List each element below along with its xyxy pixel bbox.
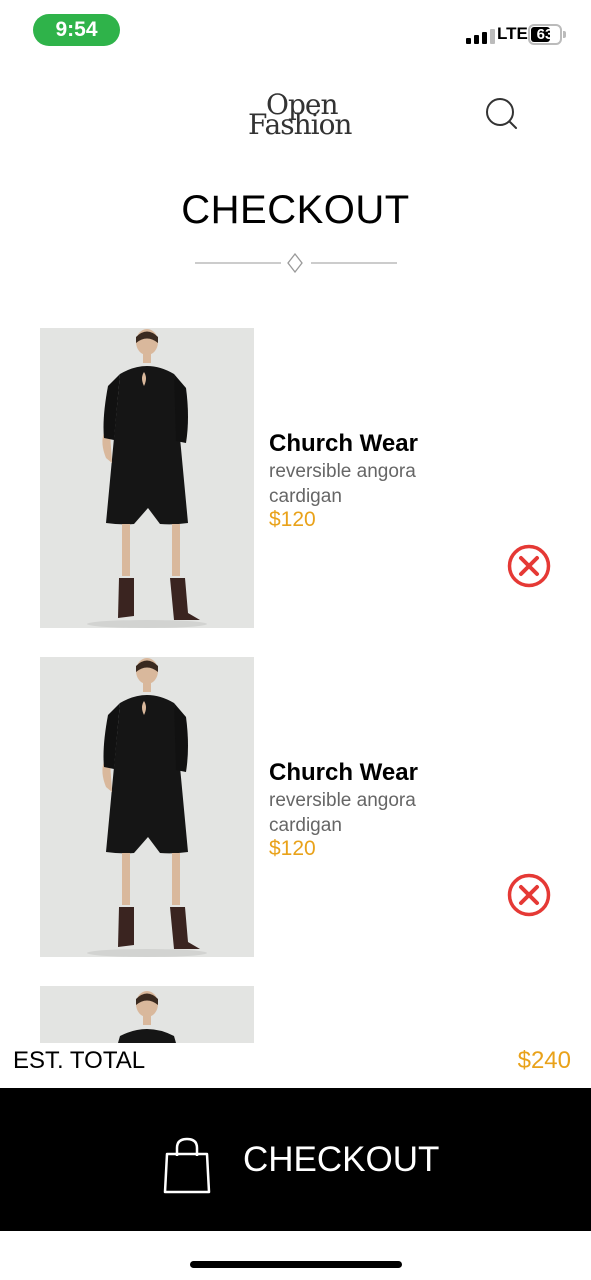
- battery-icon: 63: [528, 24, 562, 45]
- logo-line-2: Fashion: [248, 108, 352, 141]
- battery-tip: [563, 31, 566, 38]
- home-indicator[interactable]: [190, 1261, 402, 1268]
- product-description: reversible angora cardigan: [269, 461, 416, 507]
- battery-level: 63: [536, 26, 554, 43]
- brand-logo[interactable]: Open Fashion: [246, 88, 366, 141]
- total-value: $240: [517, 1047, 571, 1074]
- status-time: 9:54: [33, 14, 120, 46]
- product-price: $120: [269, 508, 316, 531]
- estimated-total-row: EST. TOTAL $240: [0, 1043, 591, 1088]
- search-icon: [486, 98, 517, 129]
- network-type: LTE: [497, 24, 528, 43]
- page-title: CHECKOUT: [181, 188, 410, 232]
- remove-circle-x-icon: [507, 873, 551, 917]
- checkout-button-label: CHECKOUT: [243, 1140, 440, 1179]
- product-description: reversible angora cardigan: [269, 790, 416, 836]
- product-image[interactable]: [40, 328, 254, 628]
- remove-circle-x-icon: [507, 544, 551, 588]
- remove-item-button[interactable]: [506, 872, 552, 918]
- product-image[interactable]: [40, 657, 254, 957]
- product-name[interactable]: Church Wear: [269, 759, 418, 787]
- remove-item-button[interactable]: [506, 543, 552, 589]
- shopping-bag-icon: [162, 1136, 212, 1196]
- title-divider: [195, 252, 397, 274]
- total-label: EST. TOTAL: [13, 1047, 146, 1074]
- status-bar: 9:54 LTE 63: [0, 0, 591, 60]
- cellular-signal-icon: [466, 28, 495, 44]
- cart-item[interactable]: Church Wear reversible angora cardigan $…: [40, 328, 560, 628]
- search-button[interactable]: [484, 96, 520, 132]
- product-image[interactable]: [40, 986, 254, 1043]
- product-name[interactable]: Church Wear: [269, 430, 418, 458]
- product-price: $120: [269, 837, 316, 860]
- cart-item[interactable]: Church Wear reversible angora cardigan $…: [40, 657, 560, 957]
